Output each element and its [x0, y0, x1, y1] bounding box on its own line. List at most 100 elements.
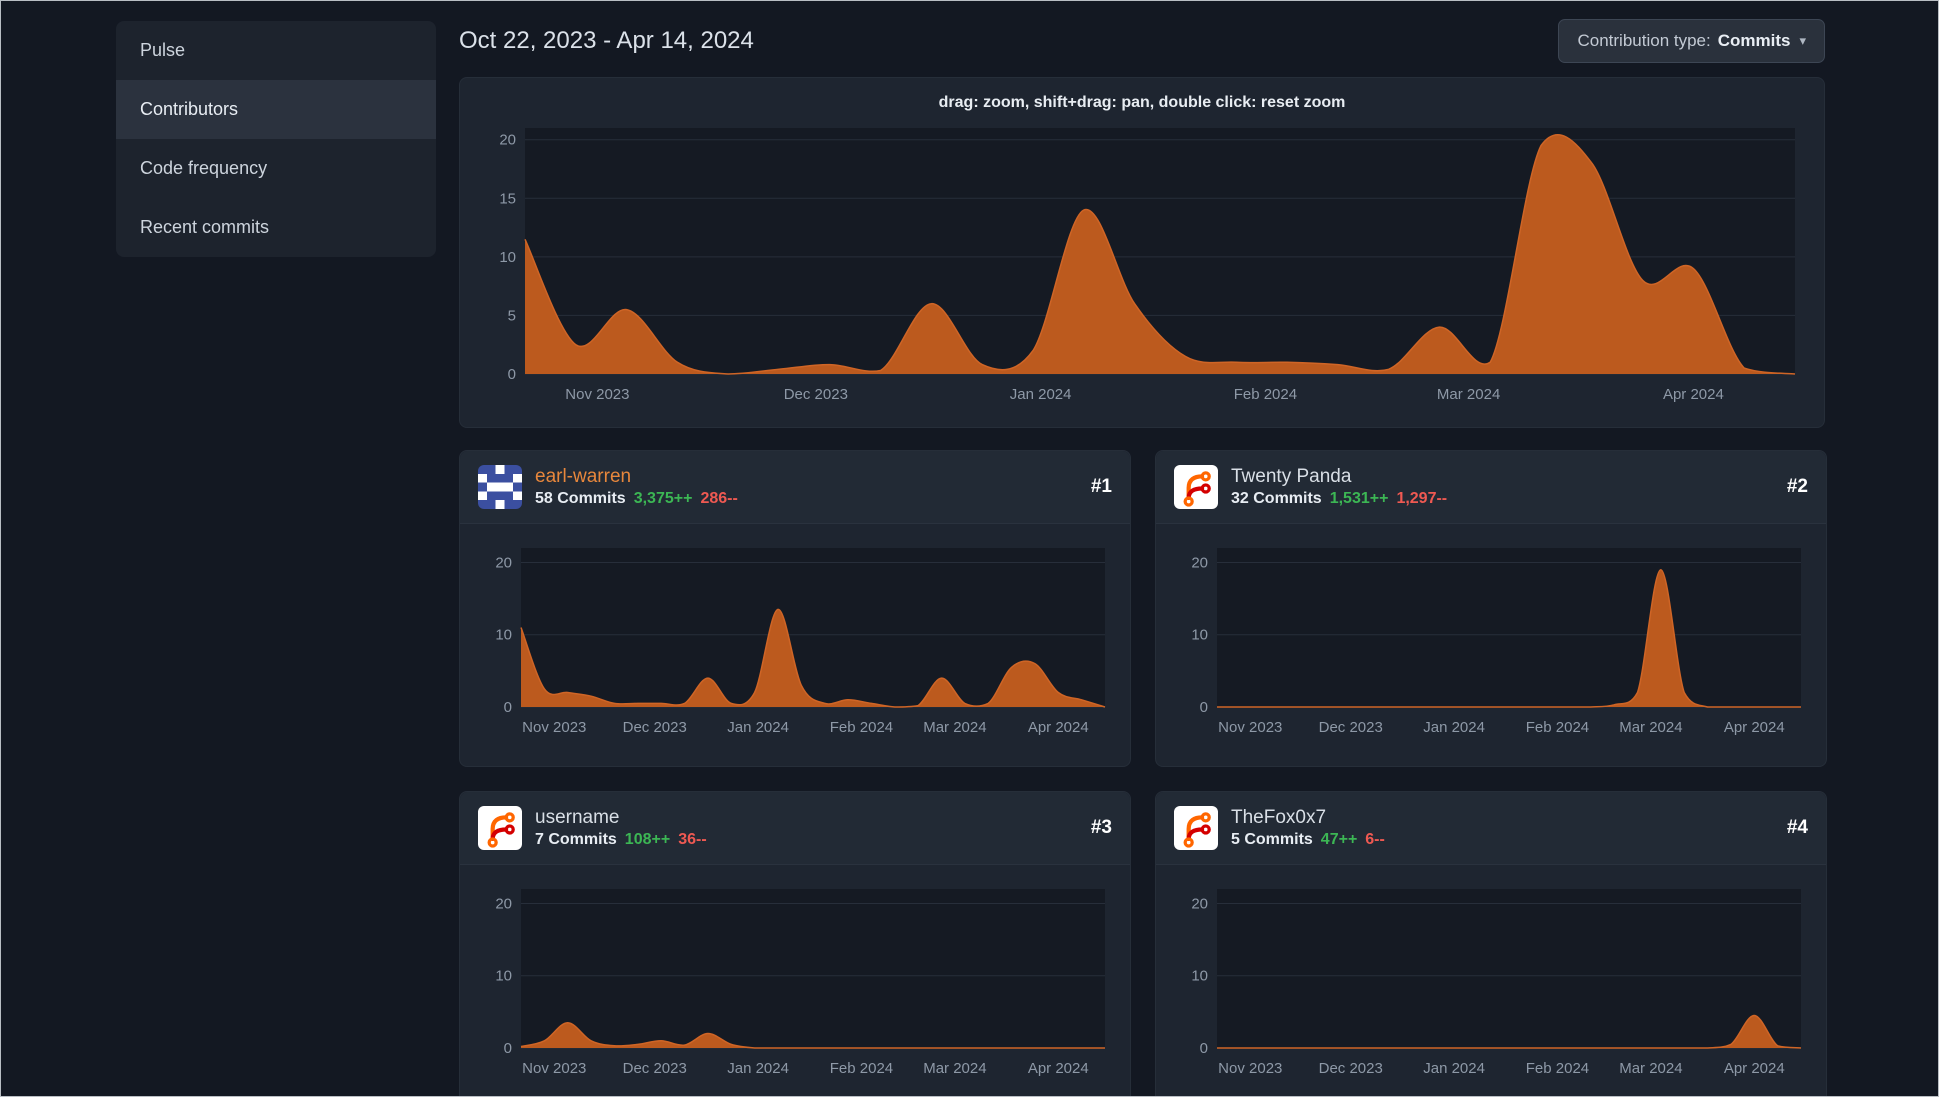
contribution-type-label: Contribution type: [1577, 31, 1711, 50]
page-header: Oct 22, 2023 - Apr 14, 2024 Contribution… [459, 17, 1825, 65]
svg-text:Apr 2024: Apr 2024 [1028, 719, 1089, 736]
sidebar-item-code-frequency[interactable]: Code frequency [116, 139, 436, 198]
contributor-name-link[interactable]: earl-warren [535, 466, 738, 488]
contributor-rank: #4 [1786, 817, 1808, 838]
contributor-card-header: earl-warren 58 Commits 3,375++ 286-- #1 [460, 451, 1130, 524]
contributor-card: earl-warren 58 Commits 3,375++ 286-- #1 … [459, 450, 1131, 767]
contributor-activity-chart[interactable]: 0 10 20 Nov 2023 Dec 2023 Jan 2024 Feb 2024 Mar… [475, 538, 1115, 743]
svg-text:0: 0 [1200, 1040, 1208, 1057]
svg-text:Dec 2023: Dec 2023 [1319, 719, 1383, 736]
contributor-activity-chart[interactable]: 0 10 20 Nov 2023 Dec 2023 Jan 2024 Feb 2024 Mar… [1171, 879, 1811, 1084]
svg-text:20: 20 [495, 554, 512, 571]
svg-text:10: 10 [1191, 627, 1208, 644]
svg-text:0: 0 [508, 366, 516, 383]
svg-text:Apr 2024: Apr 2024 [1724, 1060, 1785, 1077]
contributor-stats: 32 Commits 1,531++ 1,297-- [1231, 490, 1447, 508]
contributor-card-header: TheFox0x7 5 Commits 47++ 6-- #4 [1156, 792, 1826, 865]
svg-text:20: 20 [499, 132, 516, 149]
svg-text:0: 0 [1200, 699, 1208, 716]
svg-text:Mar 2024: Mar 2024 [1619, 719, 1682, 736]
svg-text:Dec 2023: Dec 2023 [1319, 1060, 1383, 1077]
contributors-activity-page: Pulse Contributors Code frequency Recent… [0, 0, 1939, 1097]
chevron-down-icon: ▾ [1799, 33, 1806, 48]
contributor-name-link[interactable]: username [535, 807, 707, 829]
deletions-count: 36-- [678, 831, 707, 848]
svg-text:Jan 2024: Jan 2024 [727, 1060, 789, 1077]
svg-text:Mar 2024: Mar 2024 [923, 1060, 986, 1077]
additions-count: 1,531++ [1329, 490, 1389, 507]
sidebar-item-pulse[interactable]: Pulse [116, 21, 436, 80]
chart-zoom-hint: drag: zoom, shift+drag: pan, double clic… [938, 94, 1346, 111]
svg-text:20: 20 [1191, 554, 1208, 571]
svg-text:Jan 2024: Jan 2024 [1423, 719, 1485, 736]
svg-text:Mar 2024: Mar 2024 [923, 719, 986, 736]
additions-count: 47++ [1320, 831, 1358, 848]
svg-text:Nov 2023: Nov 2023 [1218, 1060, 1282, 1077]
svg-text:Feb 2024: Feb 2024 [1526, 1060, 1589, 1077]
contributor-stats: 5 Commits 47++ 6-- [1231, 831, 1385, 849]
contributor-name-link[interactable]: TheFox0x7 [1231, 807, 1385, 829]
forgejo-logo-avatar[interactable] [1174, 465, 1218, 509]
additions-count: 108++ [624, 831, 671, 848]
svg-text:10: 10 [495, 627, 512, 644]
contributor-card-header: Twenty Panda 32 Commits 1,531++ 1,297-- … [1156, 451, 1826, 524]
contributor-name-link[interactable]: Twenty Panda [1231, 466, 1447, 488]
svg-text:Feb 2024: Feb 2024 [1526, 719, 1589, 736]
contribution-type-dropdown[interactable]: Contribution type: Commits ▾ [1558, 19, 1825, 63]
contributor-rank: #1 [1090, 476, 1112, 497]
overall-chart-panel: drag: zoom, shift+drag: pan, double clic… [459, 77, 1825, 428]
svg-text:Apr 2024: Apr 2024 [1724, 719, 1785, 736]
date-range-title: Oct 22, 2023 - Apr 14, 2024 [459, 27, 754, 54]
svg-text:Jan 2024: Jan 2024 [1423, 1060, 1485, 1077]
deletions-count: 1,297-- [1396, 490, 1448, 507]
contributor-activity-chart[interactable]: 0 10 20 Nov 2023 Dec 2023 Jan 2024 Feb 2024 Mar… [475, 879, 1115, 1084]
main-content: Oct 22, 2023 - Apr 14, 2024 Contribution… [459, 1, 1827, 1096]
svg-text:Nov 2023: Nov 2023 [522, 1060, 586, 1077]
contributor-activity-chart[interactable]: 0 10 20 Nov 2023 Dec 2023 Jan 2024 Feb 2024 Mar… [1171, 538, 1811, 743]
svg-text:Apr 2024: Apr 2024 [1028, 1060, 1089, 1077]
deletions-count: 6-- [1365, 831, 1385, 848]
forgejo-logo-avatar[interactable] [478, 806, 522, 850]
svg-text:0: 0 [504, 1040, 512, 1057]
sidebar-item-recent-commits[interactable]: Recent commits [116, 198, 436, 257]
svg-text:Mar 2024: Mar 2024 [1437, 386, 1500, 403]
sidebar-item-contributors[interactable]: Contributors [116, 80, 436, 139]
contributor-card: TheFox0x7 5 Commits 47++ 6-- #4 0 10 20 Nov… [1155, 791, 1827, 1096]
svg-text:20: 20 [495, 895, 512, 912]
contributor-card-header: username 7 Commits 108++ 36-- #3 [460, 792, 1130, 865]
svg-text:Jan 2024: Jan 2024 [727, 719, 789, 736]
svg-text:Feb 2024: Feb 2024 [830, 1060, 893, 1077]
svg-text:5: 5 [508, 307, 516, 324]
contributor-stats: 58 Commits 3,375++ 286-- [535, 490, 738, 508]
commit-count: 32 Commits [1231, 490, 1322, 507]
svg-text:Dec 2023: Dec 2023 [623, 1060, 687, 1077]
svg-text:10: 10 [499, 249, 516, 266]
svg-text:Dec 2023: Dec 2023 [623, 719, 687, 736]
contributor-rank: #2 [1786, 476, 1808, 497]
svg-text:10: 10 [1191, 968, 1208, 985]
svg-text:Mar 2024: Mar 2024 [1619, 1060, 1682, 1077]
overall-contributions-chart[interactable]: 0 5 10 15 20 Nov 2023 Dec 2023 Jan 2024 Feb 2024… [479, 118, 1805, 410]
forgejo-logo-avatar[interactable] [1174, 806, 1218, 850]
contributor-cards-grid: earl-warren 58 Commits 3,375++ 286-- #1 … [459, 450, 1827, 1096]
contributor-stats: 7 Commits 108++ 36-- [535, 831, 707, 849]
svg-text:Dec 2023: Dec 2023 [784, 386, 848, 403]
contribution-type-value: Commits [1717, 31, 1791, 50]
svg-text:Nov 2023: Nov 2023 [565, 386, 629, 403]
svg-text:Feb 2024: Feb 2024 [1234, 386, 1297, 403]
svg-text:Apr 2024: Apr 2024 [1663, 386, 1724, 403]
identicon-avatar[interactable] [478, 465, 522, 509]
commit-count: 7 Commits [535, 831, 617, 848]
svg-text:20: 20 [1191, 895, 1208, 912]
svg-text:Jan 2024: Jan 2024 [1010, 386, 1072, 403]
activity-sidebar: Pulse Contributors Code frequency Recent… [116, 21, 436, 257]
svg-text:Nov 2023: Nov 2023 [1218, 719, 1282, 736]
commit-count: 58 Commits [535, 490, 626, 507]
deletions-count: 286-- [700, 490, 738, 507]
svg-text:15: 15 [499, 190, 516, 207]
svg-text:0: 0 [504, 699, 512, 716]
svg-text:Feb 2024: Feb 2024 [830, 719, 893, 736]
svg-text:10: 10 [495, 968, 512, 985]
contributor-card: username 7 Commits 108++ 36-- #3 0 10 20 No… [459, 791, 1131, 1096]
contributor-rank: #3 [1090, 817, 1112, 838]
